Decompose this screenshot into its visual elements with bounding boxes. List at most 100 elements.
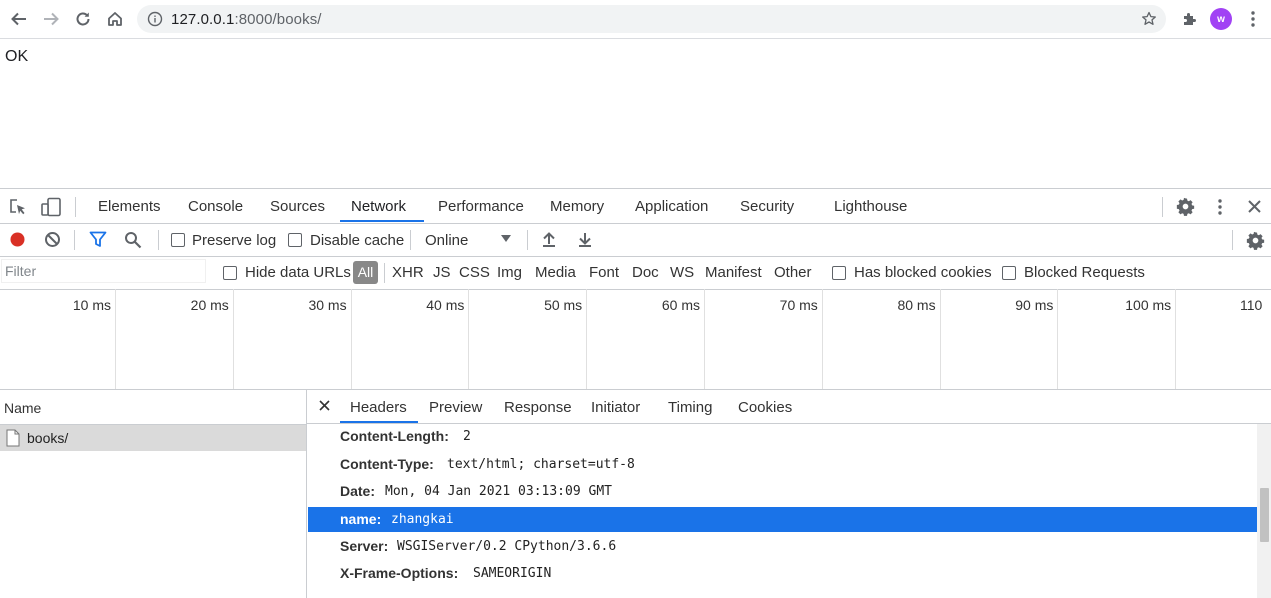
clear-button[interactable] [44,231,61,248]
url-host: 127.0.0.1 [171,11,235,28]
filter-type-font[interactable]: Font [589,264,619,281]
preserve-log-checkbox[interactable] [171,233,185,247]
hide-data-urls-label: Hide data URLs [245,264,351,281]
timeline-tick-label: 100 ms [1125,297,1172,313]
document-icon [6,429,20,447]
detail-scrollbar-thumb[interactable] [1260,488,1269,542]
filter-type-doc[interactable]: Doc [632,264,659,281]
devtools-menu-button[interactable] [1217,198,1223,216]
tab-memory[interactable]: Memory [550,189,604,223]
forward-button[interactable] [38,6,64,32]
header-row-server[interactable]: Server: WSGIServer/0.2 CPython/3.6.6 [308,534,1258,559]
request-list-pane: Name books/ [0,390,307,598]
filter-toggle-button[interactable] [89,231,107,248]
header-row-date[interactable]: Date: Mon, 04 Jan 2021 03:13:09 GMT [308,479,1258,504]
header-row-content-type[interactable]: Content-Type: text/html; charset=utf-8 [308,452,1258,477]
timeline-tick-label: 40 ms [426,297,465,313]
detail-tab-response[interactable]: Response [504,399,572,416]
clear-icon [45,232,60,247]
header-value: SAMEORIGIN [473,566,552,581]
filter-type-all[interactable]: All [353,261,378,284]
filter-separator [384,263,385,283]
extensions-button[interactable] [1176,6,1202,32]
url-path: :8000/books/ [234,11,322,28]
header-row-name-selected[interactable]: name: zhangkai [308,507,1258,532]
tabbar-separator [75,197,76,217]
tab-console[interactable]: Console [188,189,243,223]
devtools-tabbar: Elements Console Sources Network Perform… [0,189,1271,224]
avatar-letter: w [1217,13,1225,25]
name-column-header[interactable]: Name [0,390,306,425]
active-tab-indicator [340,220,424,222]
page-body-text: OK [5,48,29,65]
network-settings-button[interactable] [1246,231,1265,250]
import-har-button[interactable] [541,231,557,248]
device-toolbar-button[interactable] [40,197,62,217]
filter-type-ws[interactable]: WS [670,264,694,281]
url-text[interactable]: 127.0.0.1:8000/books/ [171,11,322,28]
search-button[interactable] [124,231,142,249]
blocked-requests-checkbox[interactable] [1002,266,1016,280]
close-detail-button[interactable] [319,400,330,411]
timeline-grid-line [233,289,234,389]
header-key: X-Frame-Options: [340,565,459,581]
hide-data-urls-checkbox[interactable] [223,266,237,280]
filter-input[interactable] [1,259,206,283]
browser-menu-button[interactable] [1240,6,1266,32]
tab-lighthouse[interactable]: Lighthouse [834,189,907,223]
timeline-grid-line [468,289,469,389]
filter-type-css[interactable]: CSS [459,264,490,281]
profile-avatar[interactable]: w [1210,8,1232,30]
search-icon [125,232,142,249]
filter-type-media[interactable]: Media [535,264,576,281]
throttling-value: Online [425,232,469,249]
back-button[interactable] [6,6,32,32]
address-bar[interactable]: 127.0.0.1:8000/books/ [137,5,1166,33]
reload-button[interactable] [70,6,96,32]
tabbar-right-separator [1162,197,1163,217]
request-row[interactable]: books/ [0,425,306,451]
timeline-tick-label: 20 ms [190,297,229,313]
detail-tab-headers[interactable]: Headers [350,399,407,416]
detail-tab-initiator[interactable]: Initiator [591,399,640,416]
record-button[interactable] [9,231,26,248]
has-blocked-cookies-checkbox[interactable] [832,266,846,280]
header-row-content-length[interactable]: Content-Length: 2 [308,424,1258,449]
header-value: 2 [463,429,471,444]
devtools-settings-button[interactable] [1176,197,1195,216]
detail-tab-timing[interactable]: Timing [668,399,712,416]
detail-tab-cookies[interactable]: Cookies [738,399,792,416]
filter-type-xhr[interactable]: XHR [392,264,424,281]
tab-performance[interactable]: Performance [438,189,524,223]
filter-type-other[interactable]: Other [774,264,812,281]
header-key: Server: [340,538,389,554]
tab-elements[interactable]: Elements [98,189,161,223]
filter-type-img[interactable]: Img [497,264,522,281]
throttling-select[interactable]: Online [425,232,515,250]
tab-security[interactable]: Security [740,189,794,223]
disable-cache-label: Disable cache [310,232,405,249]
disable-cache-checkbox[interactable] [288,233,302,247]
header-row-x-frame-options[interactable]: X-Frame-Options: SAMEORIGIN [308,561,1258,586]
network-overview-timeline[interactable]: 10 ms 20 ms 30 ms 40 ms 50 ms 60 ms 70 ms 80 ms… [0,289,1271,390]
timeline-grid-line [1175,289,1176,389]
export-har-button[interactable] [577,231,593,248]
upload-icon [543,232,555,247]
tab-application[interactable]: Application [635,189,708,223]
filter-type-js[interactable]: JS [433,264,451,281]
devtools-close-button[interactable] [1247,199,1262,214]
inspect-element-button[interactable] [8,197,28,217]
detail-tab-preview[interactable]: Preview [429,399,482,416]
gear-icon [1246,231,1265,250]
tab-sources[interactable]: Sources [270,189,325,223]
timeline-tick-label: 90 ms [1015,297,1054,313]
toolbar-separator [410,230,411,250]
home-button[interactable] [102,6,128,32]
tab-network[interactable]: Network [351,189,406,223]
timeline-tick-label: 60 ms [661,297,700,313]
timeline-tick-label: 10 ms [72,297,111,313]
home-icon [108,12,122,26]
timeline-grid-line [586,289,587,389]
filter-type-manifest[interactable]: Manifest [705,264,762,281]
blocked-requests-label: Blocked Requests [1024,264,1145,281]
